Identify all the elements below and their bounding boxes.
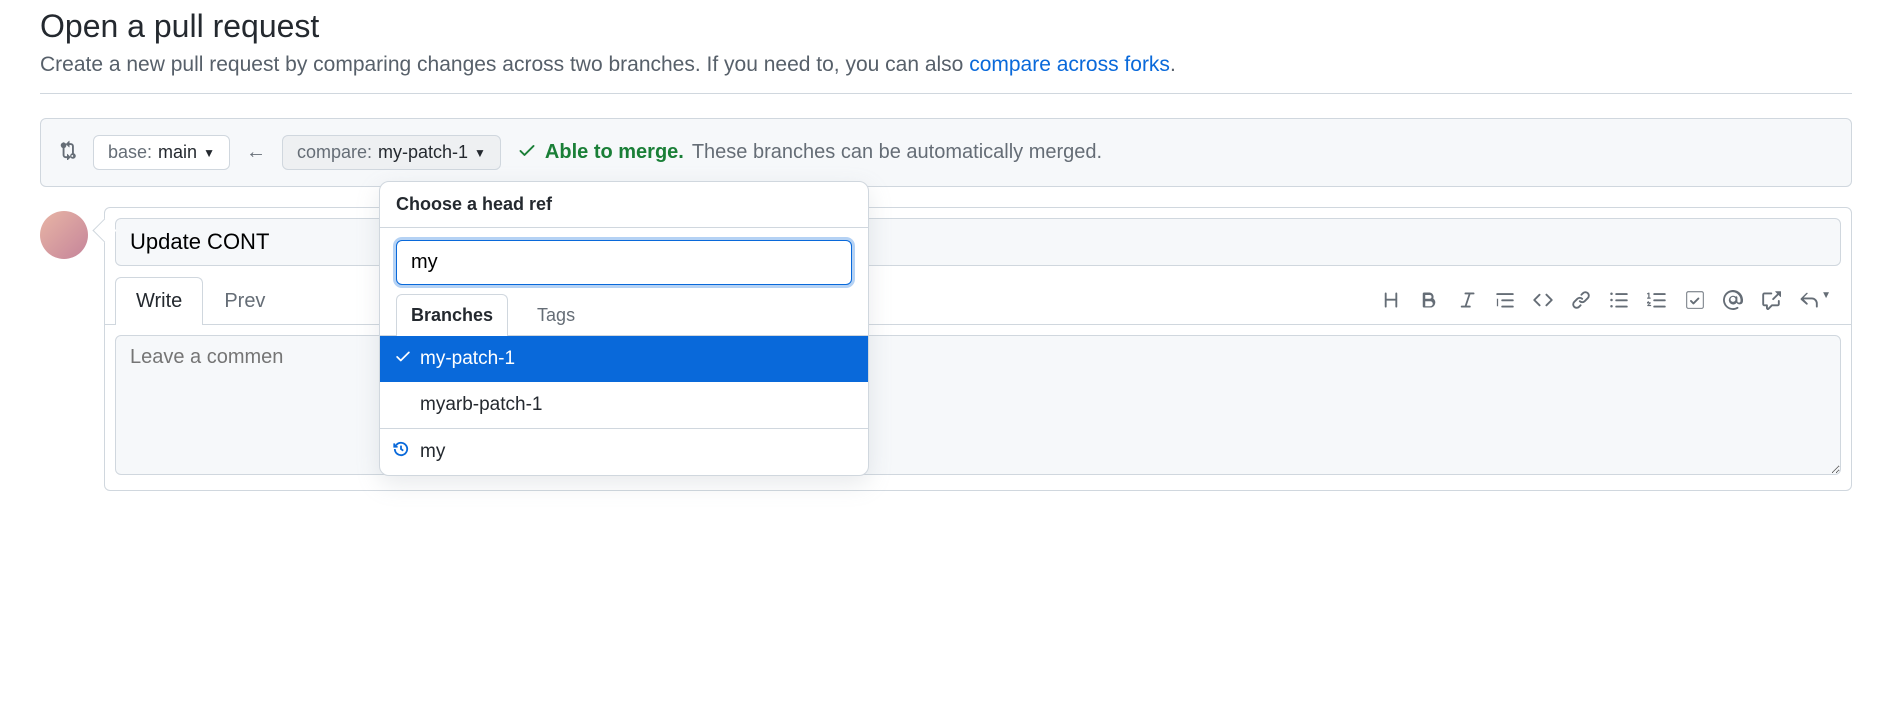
subtitle-text: Create a new pull request by comparing c… (40, 53, 969, 76)
check-icon (394, 347, 412, 371)
task-list-icon[interactable] (1685, 290, 1705, 310)
branch-option-selected[interactable]: my-patch-1 (380, 336, 868, 382)
reply-icon[interactable]: ▼ (1799, 290, 1831, 310)
dropdown-title: Choose a head ref (380, 182, 868, 228)
tab-tags[interactable]: Tags (522, 294, 590, 336)
tab-preview[interactable]: Prev (203, 277, 286, 325)
caret-down-icon: ▼ (203, 146, 215, 160)
header-divider (40, 93, 1852, 94)
link-icon[interactable] (1571, 290, 1591, 310)
branch-compare-bar: base: main ▼ ← compare: my-patch-1 ▼ Abl… (40, 118, 1852, 187)
comment-textarea[interactable] (115, 335, 1841, 475)
page-subtitle: Create a new pull request by comparing c… (40, 53, 1852, 77)
git-compare-icon (57, 140, 77, 165)
mention-icon[interactable] (1723, 290, 1743, 310)
history-icon (392, 440, 410, 464)
compare-branch-name: my-patch-1 (378, 142, 468, 163)
bold-icon[interactable] (1419, 290, 1439, 310)
editor-toolbar-row: Write Prev (105, 276, 1851, 325)
pr-form: Write Prev (40, 207, 1852, 491)
tab-write[interactable]: Write (115, 277, 203, 325)
branch-option-recent[interactable]: my (380, 428, 868, 475)
dropdown-tabs: Branches Tags (380, 293, 868, 336)
base-prefix: base: (108, 142, 152, 163)
subtitle-suffix: . (1170, 53, 1176, 76)
check-icon (517, 140, 537, 166)
comment-box: Write Prev (104, 207, 1852, 491)
pr-title-input[interactable] (115, 218, 1841, 266)
branch-search-input[interactable] (396, 240, 852, 285)
branch-option-label: my-patch-1 (420, 348, 515, 370)
ordered-list-icon[interactable] (1647, 290, 1667, 310)
markdown-toolbar: ▼ (1381, 290, 1841, 310)
unordered-list-icon[interactable] (1609, 290, 1629, 310)
merge-status-desc: These branches can be automatically merg… (692, 141, 1102, 164)
cross-reference-icon[interactable] (1761, 290, 1781, 310)
arrow-left-icon: ← (246, 141, 266, 164)
branch-option-label: myarb-patch-1 (420, 394, 543, 416)
base-branch-selector[interactable]: base: main ▼ (93, 135, 230, 170)
merge-status: Able to merge. These branches can be aut… (517, 140, 1102, 166)
compare-prefix: compare: (297, 142, 372, 163)
quote-icon[interactable] (1495, 290, 1515, 310)
head-ref-dropdown: Choose a head ref Branches Tags my-patch… (379, 181, 869, 476)
compare-forks-link[interactable]: compare across forks (969, 53, 1170, 76)
base-branch-name: main (158, 142, 197, 163)
merge-status-able: Able to merge. (545, 141, 684, 164)
tab-branches[interactable]: Branches (396, 294, 508, 336)
branch-option[interactable]: myarb-patch-1 (380, 382, 868, 428)
code-icon[interactable] (1533, 290, 1553, 310)
heading-icon[interactable] (1381, 290, 1401, 310)
page-title: Open a pull request (40, 8, 1852, 45)
avatar (40, 211, 88, 259)
branch-option-label: my (420, 441, 445, 463)
compare-branch-selector[interactable]: compare: my-patch-1 ▼ (282, 135, 501, 170)
branch-list: my-patch-1 myarb-patch-1 my (380, 336, 868, 475)
italic-icon[interactable] (1457, 290, 1477, 310)
caret-down-icon: ▼ (474, 146, 486, 160)
